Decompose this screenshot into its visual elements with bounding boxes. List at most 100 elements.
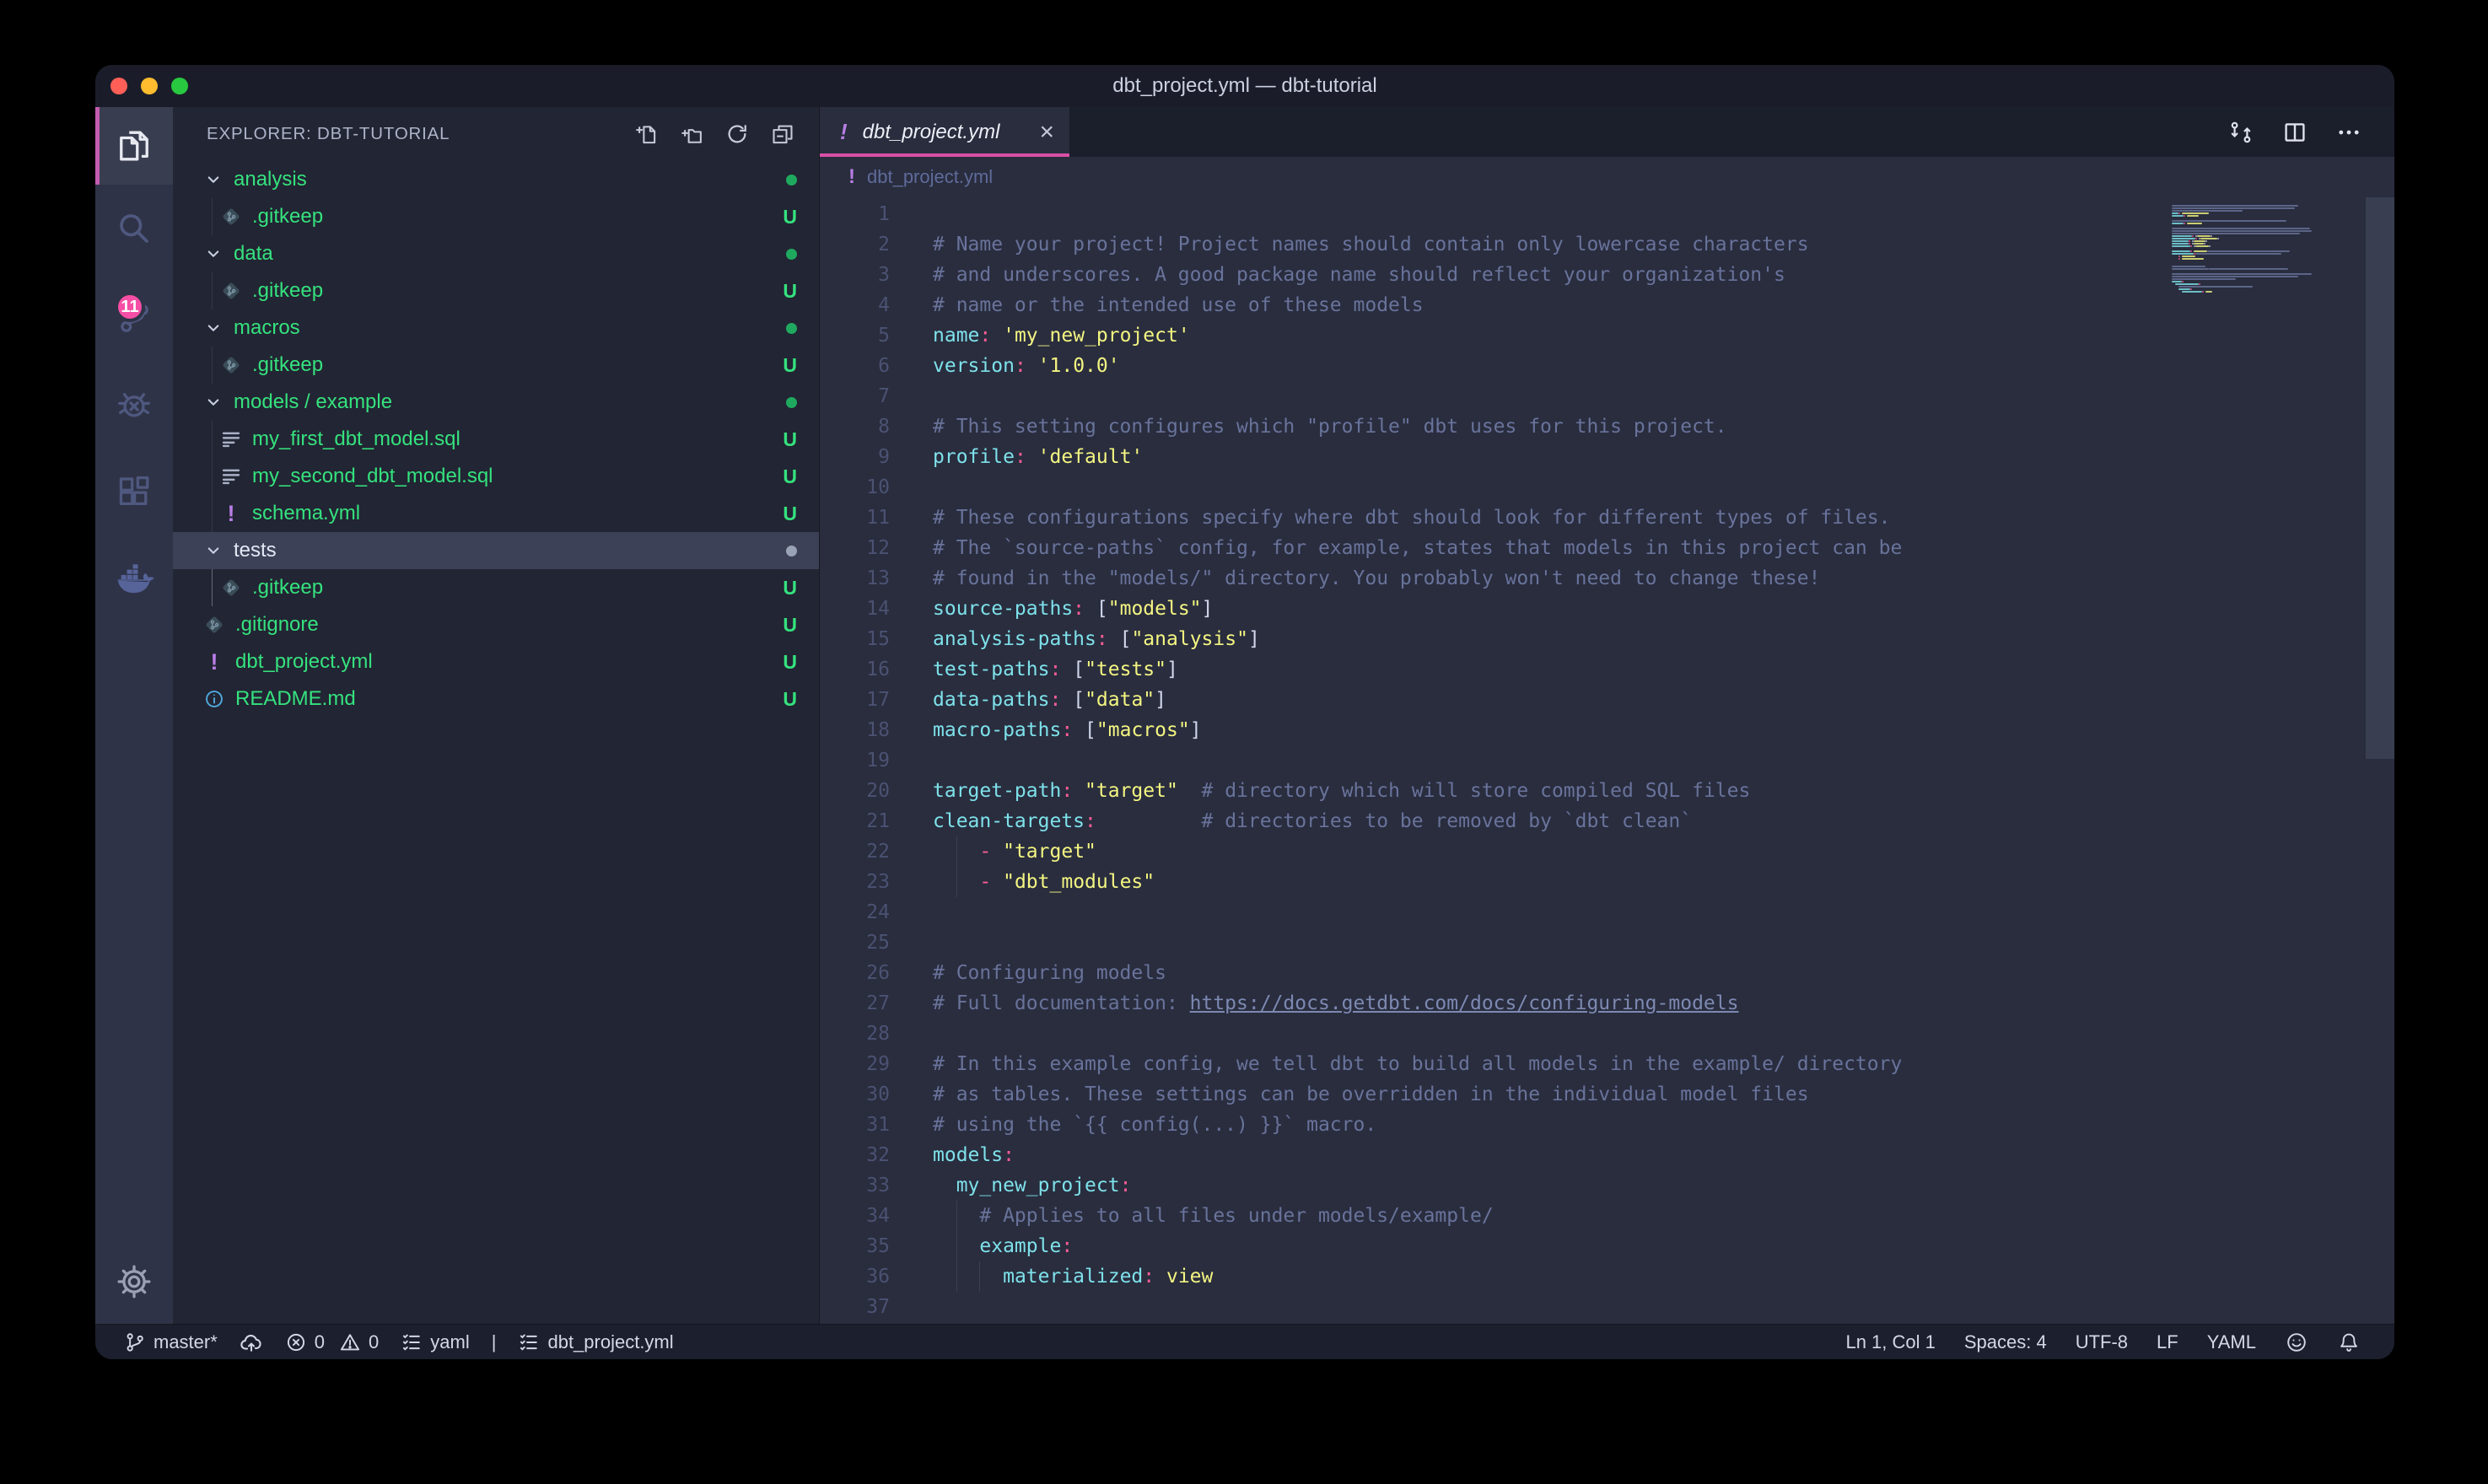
code-line-28[interactable]: 28 bbox=[820, 1019, 2394, 1049]
code-line-10[interactable]: 10 bbox=[820, 472, 2394, 503]
problems-item[interactable]: 0 0 bbox=[285, 1331, 380, 1353]
tree-item--gitkeep[interactable]: .gitkeepU bbox=[173, 198, 819, 235]
code-line-12[interactable]: 12# The `source-paths` config, for examp… bbox=[820, 533, 2394, 563]
close-window-button[interactable] bbox=[110, 78, 127, 94]
chevron-down-icon[interactable] bbox=[203, 169, 225, 190]
code-line-13[interactable]: 13# found in the "models/" directory. Yo… bbox=[820, 563, 2394, 594]
code-line-20[interactable]: 20target-path: "target" # directory whic… bbox=[820, 776, 2394, 806]
code-line-8[interactable]: 8# This setting configures which "profil… bbox=[820, 411, 2394, 442]
encoding-item[interactable]: UTF-8 bbox=[2076, 1331, 2128, 1353]
code-line-26[interactable]: 26# Configuring models bbox=[820, 958, 2394, 988]
git-file-icon bbox=[203, 614, 225, 636]
code-line-4[interactable]: 4# name or the intended use of these mod… bbox=[820, 290, 2394, 320]
tree-item--gitignore[interactable]: .gitignoreU bbox=[173, 606, 819, 643]
code-line-31[interactable]: 31# using the `{{ config(...) }}` macro. bbox=[820, 1110, 2394, 1140]
eol-item[interactable]: LF bbox=[2157, 1331, 2178, 1353]
code-line-22[interactable]: 22 - "target" bbox=[820, 836, 2394, 867]
new-folder-icon[interactable] bbox=[679, 121, 704, 147]
tab-dbt-project-yml[interactable]: ! dbt_project.yml × bbox=[820, 107, 1069, 157]
code-line-9[interactable]: 9profile: 'default' bbox=[820, 442, 2394, 472]
tree-item-data[interactable]: data bbox=[173, 235, 819, 272]
new-file-icon[interactable] bbox=[633, 121, 659, 147]
code-line-2[interactable]: 2# Name your project! Project names shou… bbox=[820, 229, 2394, 260]
activity-explorer-button[interactable] bbox=[95, 107, 173, 185]
tree-item-dbt-project-yml[interactable]: !dbt_project.ymlU bbox=[173, 643, 819, 680]
close-tab-icon[interactable]: × bbox=[1039, 120, 1054, 145]
split-editor-icon[interactable] bbox=[2281, 119, 2308, 146]
chevron-down-icon[interactable] bbox=[203, 318, 225, 338]
settings-gear-button[interactable] bbox=[95, 1239, 173, 1324]
code-line-19[interactable]: 19 bbox=[820, 745, 2394, 776]
code-line-6[interactable]: 6version: '1.0.0' bbox=[820, 351, 2394, 381]
tree-item-models-example[interactable]: models / example bbox=[173, 384, 819, 421]
code-line-1[interactable]: 1 bbox=[820, 199, 2394, 229]
source-control-icon: 11 bbox=[115, 297, 153, 336]
tree-item-tests[interactable]: tests bbox=[173, 532, 819, 569]
code-line-23[interactable]: 23 - "dbt_modules" bbox=[820, 867, 2394, 897]
tree-item-macros[interactable]: macros bbox=[173, 309, 819, 347]
breadcrumb[interactable]: ! dbt_project.yml bbox=[820, 157, 2394, 197]
code-line-21[interactable]: 21clean-targets: # directories to be rem… bbox=[820, 806, 2394, 836]
activity-source-control-button[interactable]: 11 bbox=[95, 272, 173, 360]
code-line-11[interactable]: 11# These configurations specify where d… bbox=[820, 503, 2394, 533]
git-untracked-badge: U bbox=[783, 614, 797, 637]
scrollbar-thumb[interactable] bbox=[2366, 197, 2394, 759]
cursor-position-item[interactable]: Ln 1, Col 1 bbox=[1845, 1331, 1935, 1353]
code-line-5[interactable]: 5name: 'my_new_project' bbox=[820, 320, 2394, 351]
code-line-35[interactable]: 35 example: bbox=[820, 1231, 2394, 1261]
tree-item--gitkeep[interactable]: .gitkeepU bbox=[173, 347, 819, 384]
code-line-32[interactable]: 32models: bbox=[820, 1140, 2394, 1170]
editor-actions bbox=[2227, 107, 2394, 157]
tree-item-schema-yml[interactable]: !schema.ymlU bbox=[173, 495, 819, 532]
language-mode-item[interactable]: YAML bbox=[2207, 1331, 2256, 1353]
chevron-down-icon[interactable] bbox=[203, 244, 225, 264]
minimap[interactable] bbox=[2172, 202, 2359, 296]
code-line-36[interactable]: 36 materialized: view bbox=[820, 1261, 2394, 1292]
activity-search-button[interactable] bbox=[95, 185, 173, 272]
more-actions-icon[interactable] bbox=[2335, 119, 2362, 146]
tree-item-my-first-dbt-model-sql[interactable]: my_first_dbt_model.sqlU bbox=[173, 421, 819, 458]
linter-yaml-item[interactable]: yaml bbox=[401, 1331, 469, 1353]
code-line-7[interactable]: 7 bbox=[820, 381, 2394, 411]
tree-item-analysis[interactable]: analysis bbox=[173, 161, 819, 198]
code-line-3[interactable]: 3# and underscores. A good package name … bbox=[820, 260, 2394, 290]
code-line-37[interactable]: 37 bbox=[820, 1292, 2394, 1322]
linter-file-item[interactable]: dbt_project.yml bbox=[518, 1331, 673, 1353]
indentation-item[interactable]: Spaces: 4 bbox=[1964, 1331, 2047, 1353]
activity-extensions-button[interactable] bbox=[95, 448, 173, 535]
code-line-33[interactable]: 33 my_new_project: bbox=[820, 1170, 2394, 1201]
minimize-window-button[interactable] bbox=[141, 78, 158, 94]
sync-item[interactable] bbox=[240, 1331, 263, 1354]
refresh-icon[interactable] bbox=[724, 121, 750, 147]
titlebar[interactable]: dbt_project.yml — dbt-tutorial bbox=[95, 65, 2394, 107]
tree-item--gitkeep[interactable]: .gitkeepU bbox=[173, 272, 819, 309]
code-line-18[interactable]: 18macro-paths: ["macros"] bbox=[820, 715, 2394, 745]
code-line-17[interactable]: 17data-paths: ["data"] bbox=[820, 685, 2394, 715]
chevron-down-icon[interactable] bbox=[203, 540, 225, 561]
collapse-all-icon[interactable] bbox=[770, 121, 795, 147]
code-editor[interactable]: 12# Name your project! Project names sho… bbox=[820, 197, 2394, 1324]
git-file-icon bbox=[220, 206, 242, 228]
tree-item-my-second-dbt-model-sql[interactable]: my_second_dbt_model.sqlU bbox=[173, 458, 819, 495]
zoom-window-button[interactable] bbox=[171, 78, 188, 94]
code-line-14[interactable]: 14source-paths: ["models"] bbox=[820, 594, 2394, 624]
activity-docker-button[interactable] bbox=[95, 535, 173, 623]
code-line-34[interactable]: 34 # Applies to all files under models/e… bbox=[820, 1201, 2394, 1231]
code-line-25[interactable]: 25 bbox=[820, 928, 2394, 958]
code-line-24[interactable]: 24 bbox=[820, 897, 2394, 928]
feedback-smiley-icon[interactable] bbox=[2285, 1331, 2308, 1354]
line-number: 31 bbox=[820, 1110, 890, 1140]
tree-item-readme-md[interactable]: README.mdU bbox=[173, 680, 819, 718]
breadcrumb-file[interactable]: dbt_project.yml bbox=[867, 166, 993, 188]
code-line-30[interactable]: 30# as tables. These settings can be ove… bbox=[820, 1079, 2394, 1110]
git-branch-item[interactable]: master* bbox=[124, 1331, 218, 1353]
open-changes-icon[interactable] bbox=[2227, 119, 2254, 146]
chevron-down-icon[interactable] bbox=[203, 392, 225, 412]
code-line-29[interactable]: 29# In this example config, we tell dbt … bbox=[820, 1049, 2394, 1079]
activity-debug-button[interactable] bbox=[95, 360, 173, 448]
tree-item--gitkeep[interactable]: .gitkeepU bbox=[173, 569, 819, 606]
code-line-15[interactable]: 15analysis-paths: ["analysis"] bbox=[820, 624, 2394, 654]
code-line-27[interactable]: 27# Full documentation: https://docs.get… bbox=[820, 988, 2394, 1019]
notifications-bell-icon[interactable] bbox=[2337, 1331, 2361, 1354]
code-line-16[interactable]: 16test-paths: ["tests"] bbox=[820, 654, 2394, 685]
